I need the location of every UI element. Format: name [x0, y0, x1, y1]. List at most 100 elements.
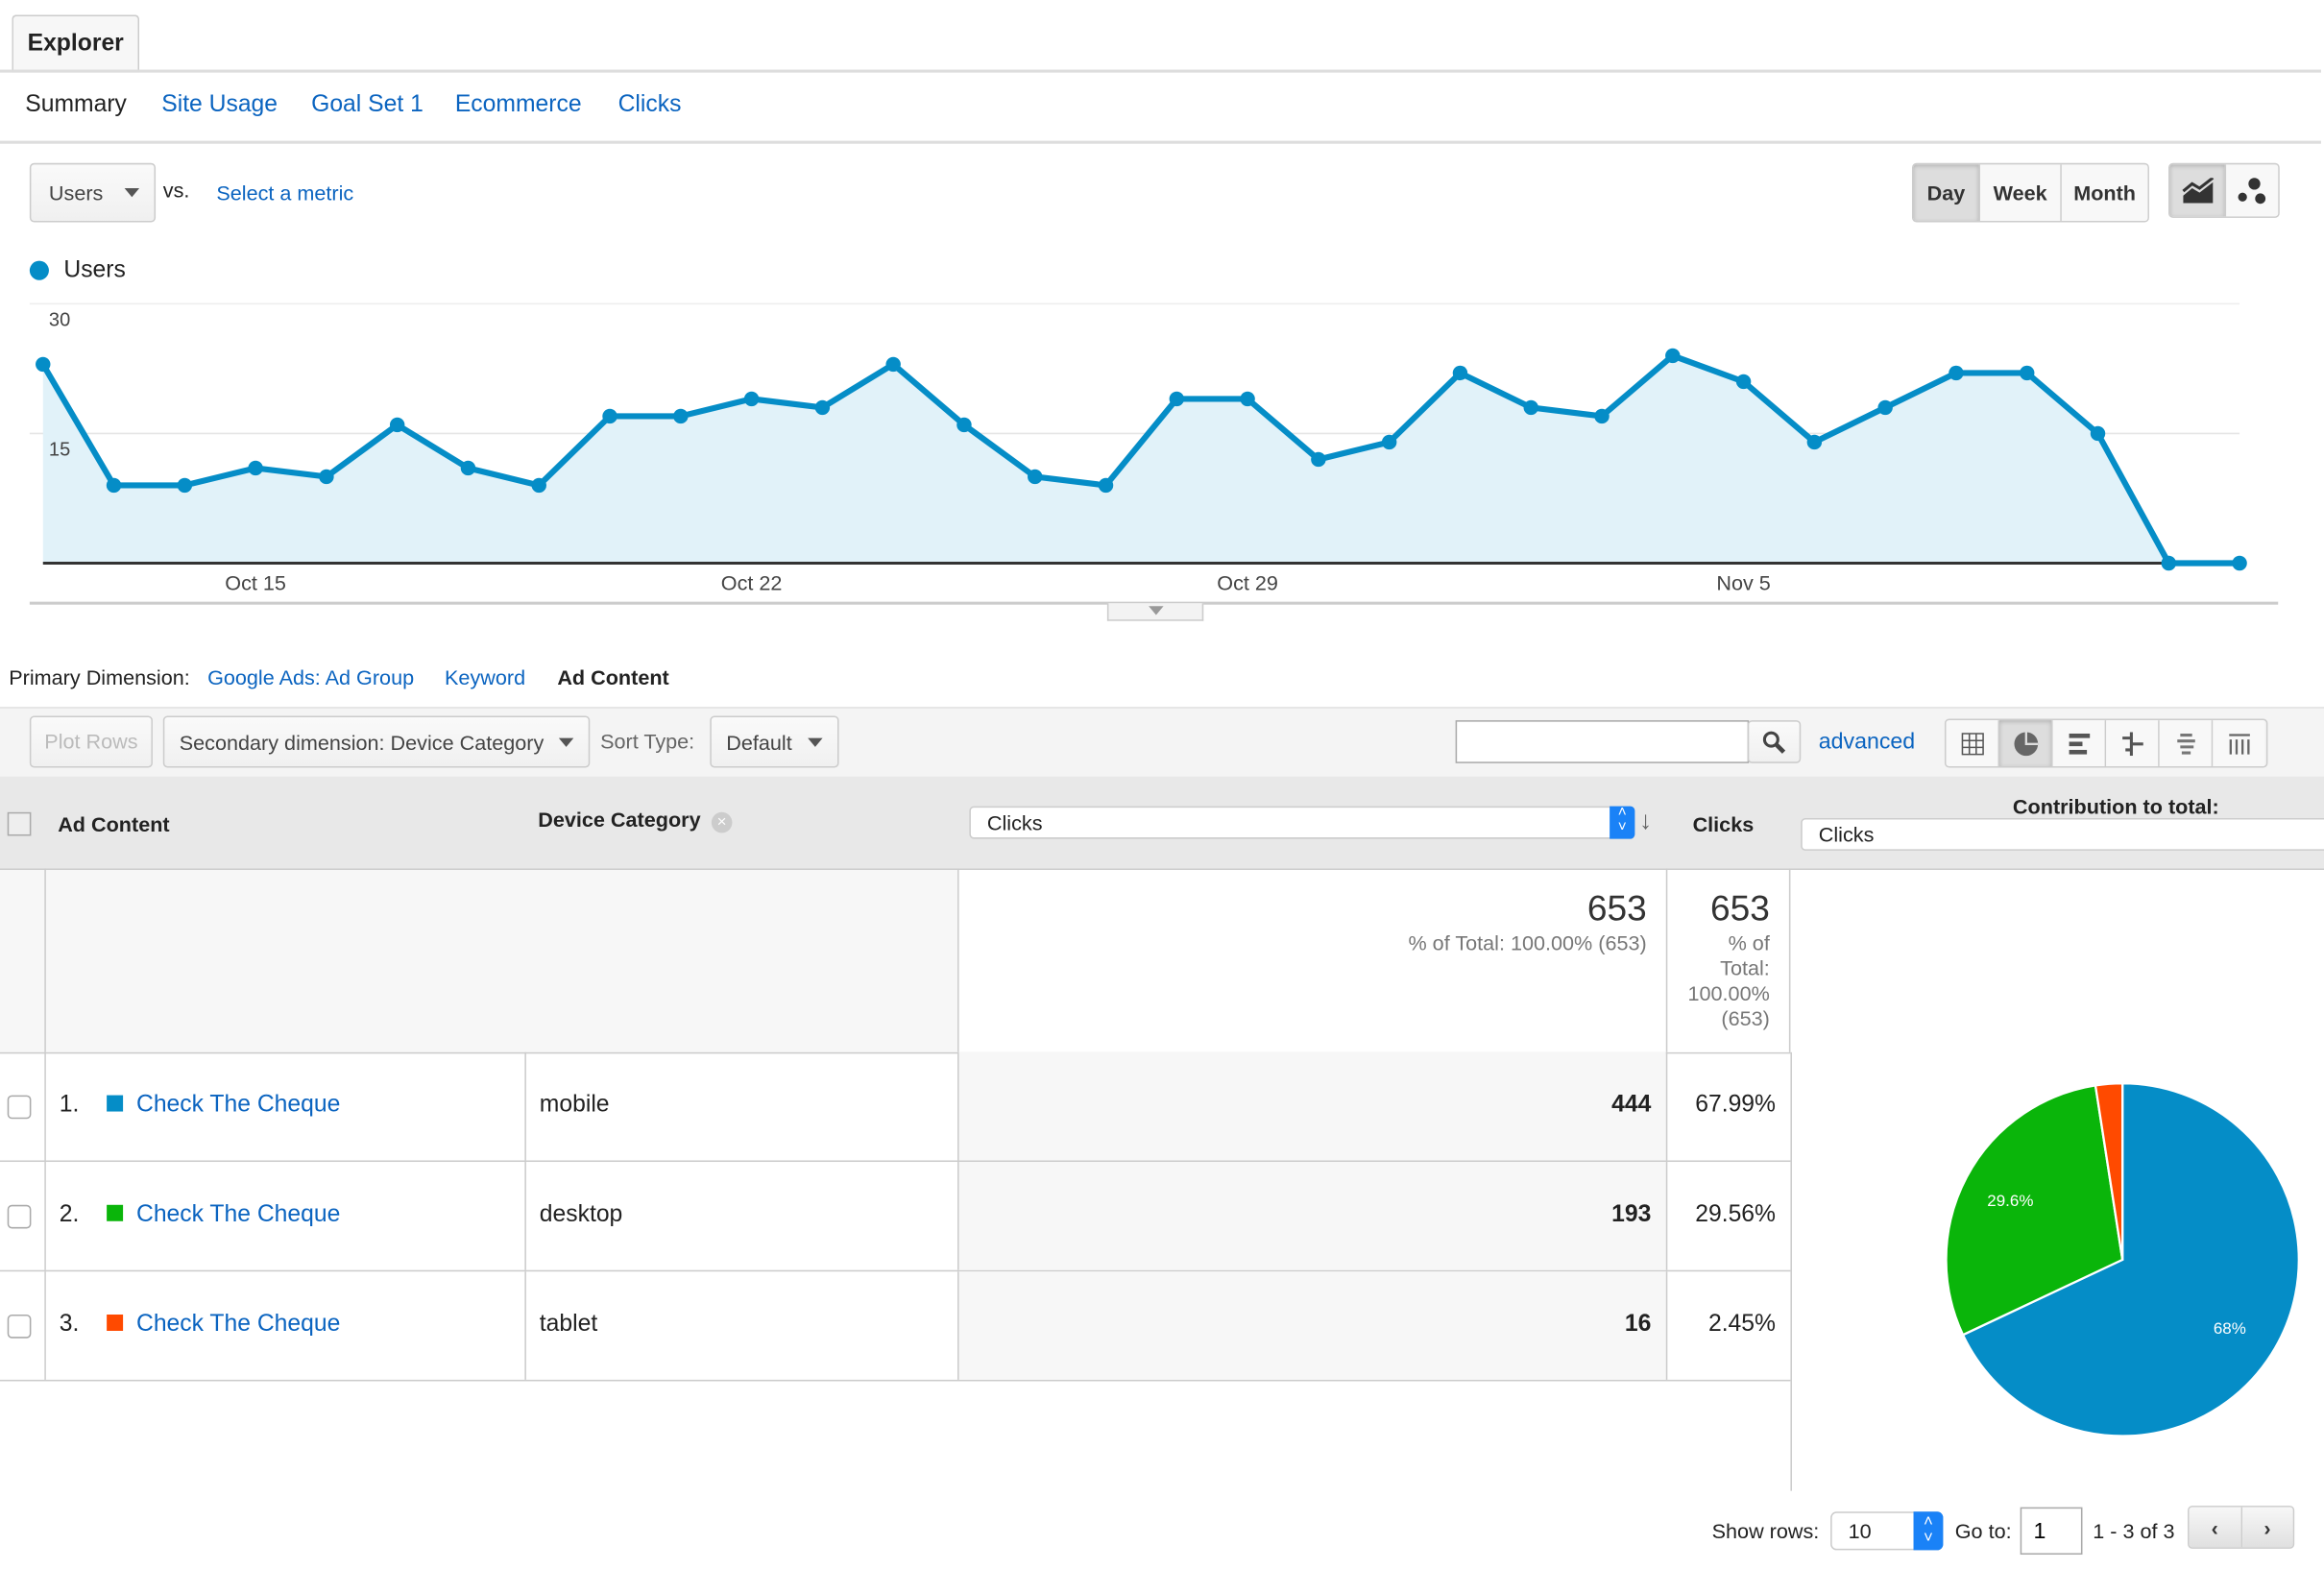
month-button[interactable]: Month — [2061, 164, 2148, 221]
pagination-range: 1 - 3 of 3 — [2093, 1518, 2175, 1543]
dimension-ad-group[interactable]: Google Ads: Ad Group — [207, 665, 414, 689]
primary-dimension-label: Primary Dimension: — [9, 664, 190, 689]
tab-explorer[interactable]: Explorer — [12, 14, 140, 73]
data-point — [1381, 434, 1397, 450]
total-clicks-2: 653 — [1710, 889, 1770, 929]
data-point — [1169, 391, 1185, 407]
select-stepper-icon[interactable]: ˄ ˅ — [1610, 806, 1635, 839]
data-point — [531, 477, 546, 494]
plot-rows-button[interactable]: Plot Rows — [29, 715, 153, 768]
contribution-value: Clicks — [1818, 822, 1875, 847]
data-point — [2020, 365, 2035, 381]
device-category: mobile — [539, 1092, 610, 1118]
data-point — [1311, 451, 1326, 468]
header-ad-content[interactable]: Ad Content — [58, 812, 169, 836]
data-point — [177, 477, 193, 494]
legend-users: Users — [63, 257, 126, 283]
legend-dot-icon — [29, 260, 49, 280]
secondary-dimension-value: Secondary dimension: Device Category — [179, 730, 545, 754]
pivot-view-button[interactable] — [2213, 720, 2265, 766]
data-point — [2090, 425, 2106, 442]
ad-content-link[interactable]: Check The Cheque — [107, 1202, 340, 1229]
metric-column-select[interactable]: Clicks — [969, 806, 1635, 839]
contribution-select[interactable]: Clicks — [1801, 817, 2324, 851]
data-point — [743, 391, 760, 407]
goto-input[interactable] — [2020, 1507, 2083, 1556]
ad-content-link[interactable]: Check The Cheque — [107, 1092, 340, 1119]
data-view-button[interactable] — [1946, 720, 2000, 766]
sort-type-dropdown[interactable]: Default — [710, 715, 839, 768]
data-point — [1949, 365, 1964, 381]
secondary-dimension-dropdown[interactable]: Secondary dimension: Device Category — [162, 715, 591, 768]
table-search-input[interactable] — [1455, 720, 1750, 763]
totals-row: 653 % of Total: 100.00% (653) 653 % of To… — [0, 868, 1791, 1054]
search-icon — [1762, 730, 1786, 754]
data-point — [389, 417, 405, 433]
day-button[interactable]: Day — [1913, 164, 1980, 221]
select-stepper-icon[interactable]: ˄ ˅ — [1913, 1511, 1944, 1551]
motion-chart-button[interactable] — [2226, 164, 2279, 217]
contribution-label: Contribution to total: — [2012, 794, 2219, 818]
subtab-site-usage[interactable]: Site Usage — [161, 92, 278, 119]
clicks-value: 193 — [957, 1162, 1666, 1270]
remove-dimension-icon[interactable]: × — [711, 811, 733, 833]
y-tick-label: 30 — [49, 310, 70, 331]
select-all-checkbox[interactable] — [7, 811, 32, 836]
subtab-summary[interactable]: Summary — [25, 92, 127, 119]
x-tick-label: Nov 5 — [1716, 570, 1770, 594]
clicks-pct: 29.56% — [1665, 1162, 1791, 1270]
row-checkbox[interactable] — [7, 1314, 32, 1339]
total-clicks: 653 — [1586, 889, 1647, 929]
data-point — [602, 408, 617, 424]
series-color-icon — [107, 1314, 124, 1331]
show-rows-label: Show rows: — [1711, 1518, 1820, 1543]
next-page-button[interactable]: › — [2241, 1507, 2293, 1548]
clicks-pct: 67.99% — [1665, 1051, 1791, 1161]
device-category: tablet — [539, 1311, 598, 1338]
select-metric-link[interactable]: Select a metric — [216, 181, 353, 205]
chevron-down-icon — [558, 736, 574, 747]
term-cloud-button[interactable] — [2159, 720, 2214, 766]
subtab-ecommerce[interactable]: Ecommerce — [455, 92, 582, 119]
comparison-view-button[interactable] — [2106, 720, 2160, 766]
data-point — [460, 460, 476, 476]
ad-content-link[interactable]: Check The Cheque — [107, 1312, 340, 1339]
metric-selected: Users — [48, 181, 104, 205]
search-button[interactable] — [1747, 720, 1802, 763]
subtab-clicks[interactable]: Clicks — [618, 92, 682, 119]
data-point — [1028, 469, 1043, 485]
collapse-chart-handle[interactable] — [1106, 603, 1204, 621]
week-button[interactable]: Week — [1979, 164, 2062, 221]
contribution-pie-chart: 68% 29.6% — [1945, 1082, 2300, 1437]
performance-view-button[interactable] — [2052, 720, 2107, 766]
pie-chart-icon — [2013, 731, 2038, 756]
divider — [1790, 1051, 1792, 1491]
prev-page-button[interactable]: ‹ — [2189, 1507, 2242, 1548]
row-number: 1. — [59, 1092, 80, 1118]
divider — [0, 69, 2321, 73]
data-point — [885, 356, 901, 373]
granularity-toggle: Day Week Month — [1911, 162, 2149, 223]
series-color-icon — [107, 1095, 124, 1112]
row-checkbox[interactable] — [7, 1095, 32, 1120]
line-chart-icon — [2181, 177, 2214, 203]
data-point — [106, 477, 122, 494]
chevron-right-icon: › — [2263, 1515, 2271, 1539]
header-clicks[interactable]: Clicks — [1693, 812, 1755, 836]
sort-type-label: Sort Type: — [600, 729, 695, 754]
data-point — [319, 469, 334, 485]
row-checkbox[interactable] — [7, 1204, 32, 1229]
dimension-keyword[interactable]: Keyword — [445, 665, 525, 689]
goto-label: Go to: — [1954, 1518, 2012, 1543]
header-device-category[interactable]: Device Category — [538, 808, 700, 832]
advanced-link[interactable]: advanced — [1819, 729, 1915, 754]
series-color-icon — [107, 1204, 124, 1221]
metric-dropdown[interactable]: Users — [29, 162, 157, 223]
subtab-goal-set-1[interactable]: Goal Set 1 — [311, 92, 424, 119]
dimension-ad-content[interactable]: Ad Content — [557, 665, 668, 689]
comparison-icon — [2121, 731, 2142, 756]
sort-descending-icon[interactable]: ↓ — [1639, 807, 1652, 836]
line-chart-button[interactable] — [2169, 164, 2227, 217]
row-number: 2. — [59, 1201, 80, 1227]
pie-view-button[interactable] — [1999, 720, 2053, 766]
